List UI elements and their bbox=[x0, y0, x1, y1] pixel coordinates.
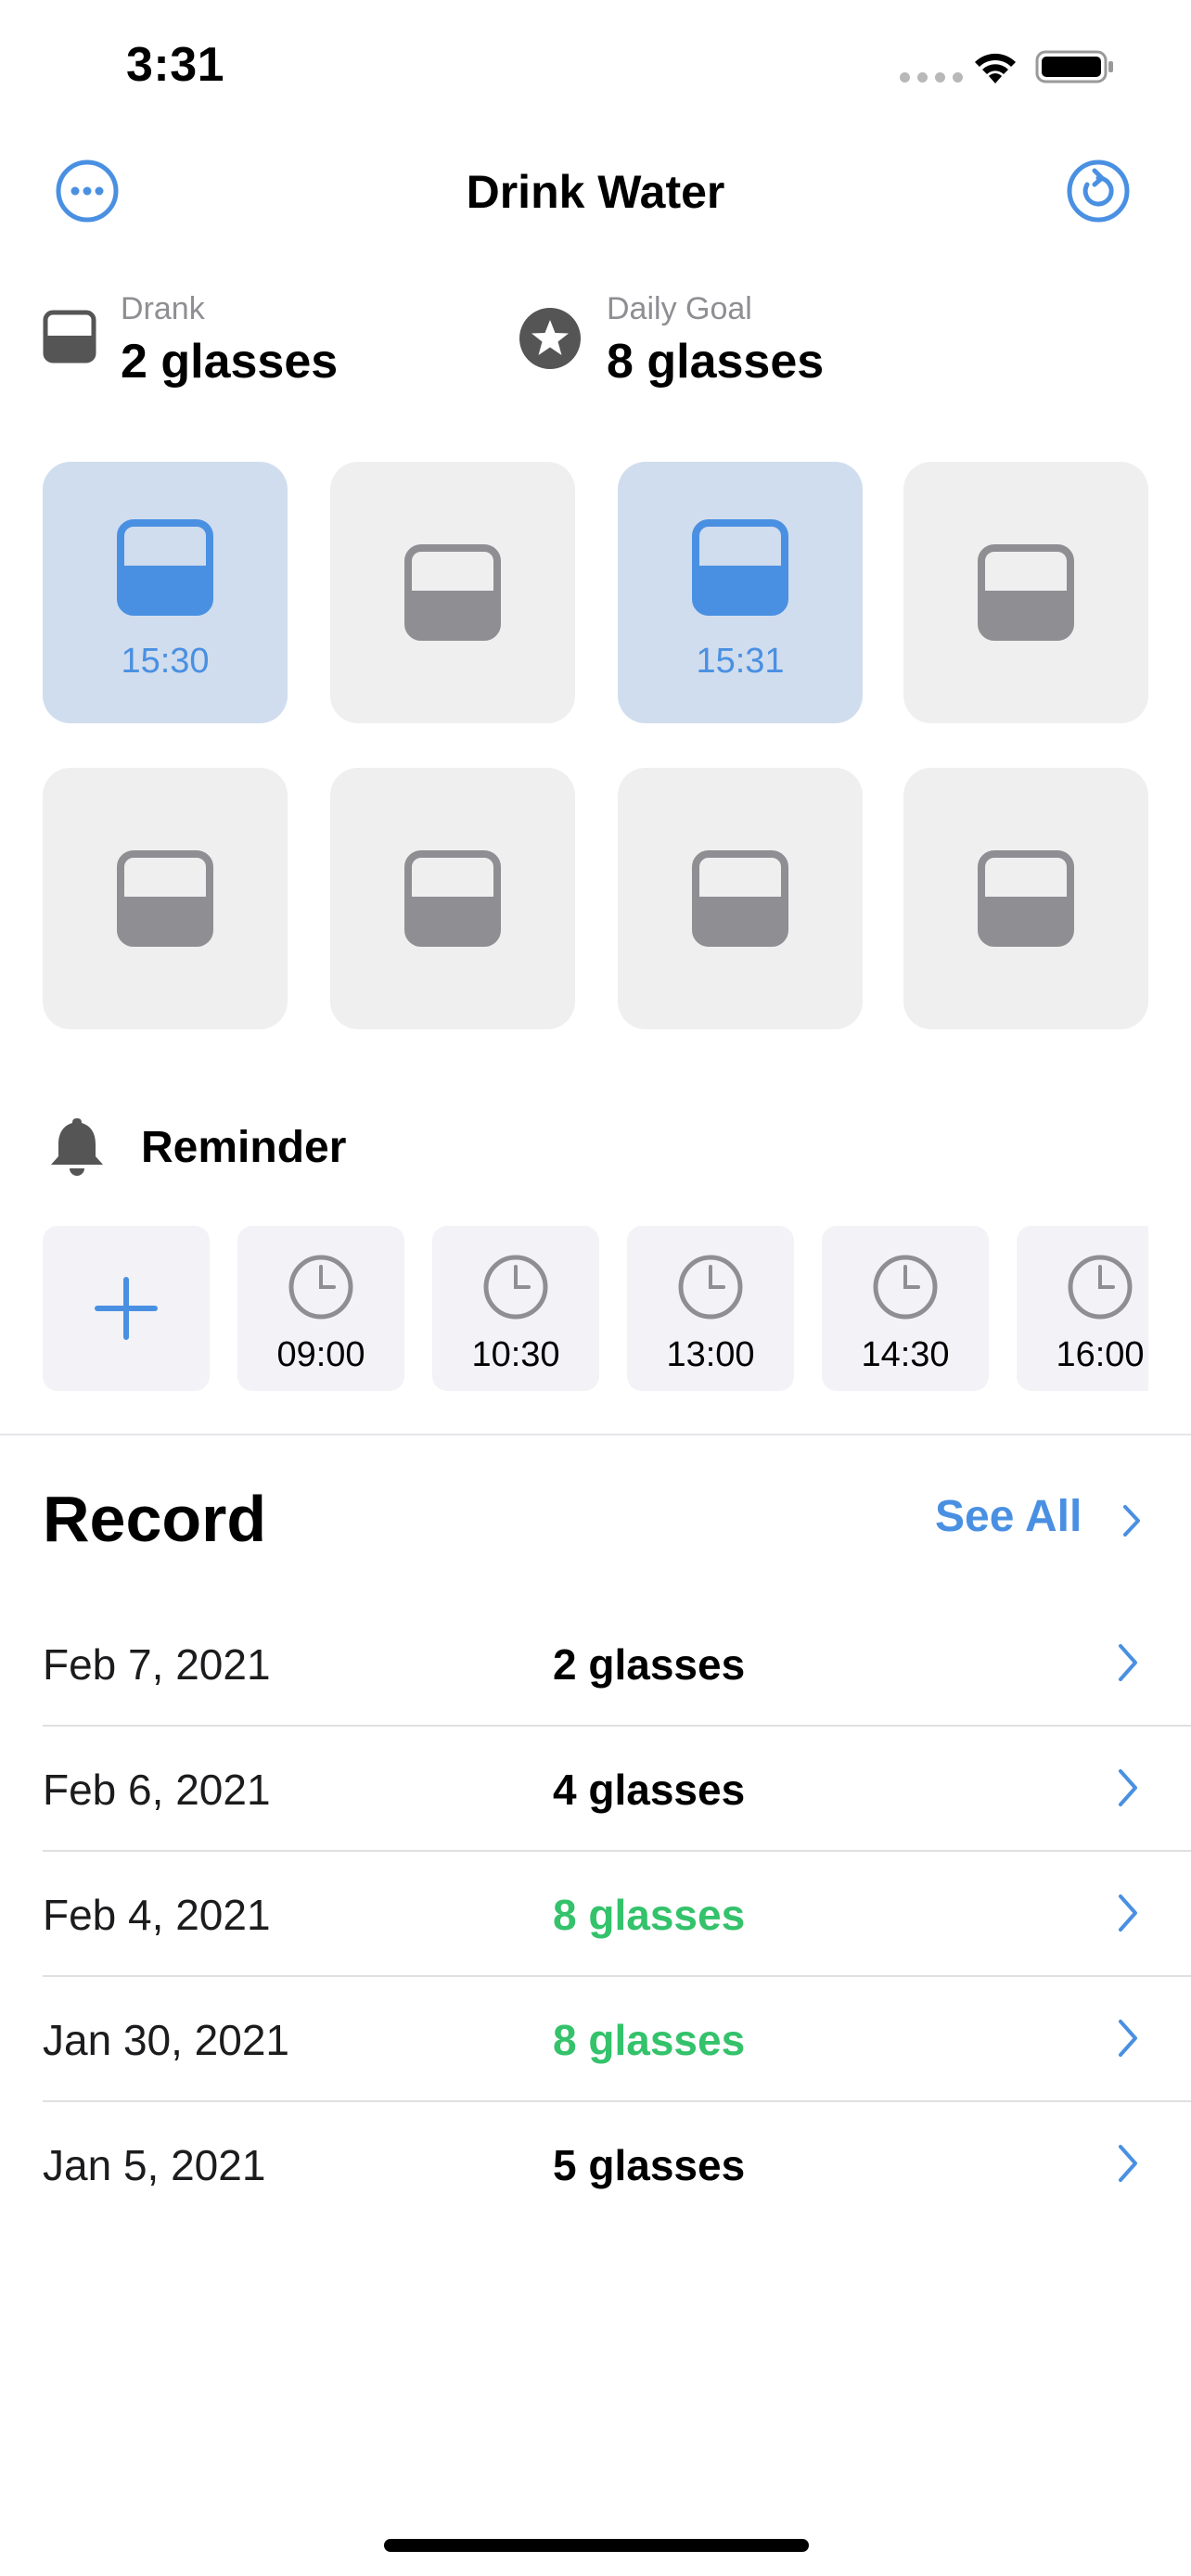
reminder-time-label: 09:00 bbox=[276, 1335, 365, 1374]
reminder-time-label: 10:30 bbox=[471, 1335, 560, 1374]
glass-icon bbox=[117, 850, 213, 947]
glass-icon bbox=[978, 544, 1074, 641]
record-amount: 5 glasses bbox=[553, 2141, 746, 2189]
reminder-time-tile[interactable]: 13:00 bbox=[627, 1226, 794, 1391]
glass-time: 15:31 bbox=[696, 642, 785, 681]
reminder-time-tile[interactable]: 16:00 bbox=[1017, 1226, 1148, 1391]
glass-tile[interactable]: 15:31 bbox=[618, 462, 863, 723]
glass-icon bbox=[404, 544, 501, 641]
clock-icon bbox=[873, 1255, 938, 1320]
chevron-right-icon[interactable] bbox=[1121, 1502, 1143, 1539]
reminder-time-tile[interactable]: 14:30 bbox=[822, 1226, 989, 1391]
record-row[interactable]: Feb 4, 2021 8 glasses bbox=[43, 1853, 1191, 1977]
record-title: Record bbox=[43, 1483, 267, 1555]
chevron-right-icon bbox=[1119, 2145, 1137, 2182]
drank-value: 2 glasses bbox=[121, 335, 339, 389]
glass-icon bbox=[692, 519, 788, 616]
glass-time: 15:30 bbox=[121, 642, 210, 681]
record-amount: 8 glasses bbox=[553, 2016, 746, 2064]
chevron-right-icon bbox=[1119, 1769, 1137, 1806]
clock-icon bbox=[678, 1255, 743, 1320]
row-divider bbox=[43, 1850, 1191, 1852]
clock-icon bbox=[483, 1255, 548, 1320]
record-date: Feb 4, 2021 bbox=[43, 1891, 271, 1939]
status-time: 3:31 bbox=[126, 38, 225, 92]
glass-tile[interactable] bbox=[903, 462, 1148, 723]
daily-goal-label: Daily Goal bbox=[607, 291, 752, 326]
bell-icon bbox=[51, 1118, 103, 1176]
row-divider bbox=[43, 1725, 1191, 1727]
glass-icon bbox=[43, 310, 96, 363]
clock-icon bbox=[288, 1255, 353, 1320]
record-amount: 8 glasses bbox=[553, 1891, 746, 1939]
chevron-right-icon bbox=[1119, 1894, 1137, 1932]
reminder-strip[interactable]: 09:00 10:30 13:00 14:30 16:00 bbox=[43, 1226, 1148, 1391]
reminder-title: Reminder bbox=[141, 1123, 347, 1172]
plus-icon bbox=[95, 1277, 158, 1340]
record-date: Feb 7, 2021 bbox=[43, 1640, 271, 1689]
record-amount: 2 glasses bbox=[553, 1640, 746, 1689]
record-row[interactable]: Jan 5, 2021 5 glasses bbox=[43, 2103, 1191, 2227]
refresh-button[interactable] bbox=[1067, 159, 1130, 223]
glass-tile[interactable] bbox=[903, 768, 1148, 1029]
drank-label: Drank bbox=[121, 291, 205, 326]
record-date: Feb 6, 2021 bbox=[43, 1766, 271, 1814]
record-date: Jan 5, 2021 bbox=[43, 2141, 266, 2189]
glass-icon bbox=[692, 850, 788, 947]
reminder-time-label: 16:00 bbox=[1056, 1335, 1145, 1374]
page-title: Drink Water bbox=[466, 166, 725, 218]
glass-tile[interactable]: 15:30 bbox=[43, 462, 288, 723]
record-row[interactable]: Jan 30, 2021 8 glasses bbox=[43, 1978, 1191, 2102]
reminder-time-tile[interactable]: 09:00 bbox=[237, 1226, 404, 1391]
section-divider bbox=[0, 1434, 1191, 1435]
reminder-time-label: 13:00 bbox=[666, 1335, 755, 1374]
glass-tile[interactable] bbox=[618, 768, 863, 1029]
glass-tile[interactable] bbox=[330, 462, 575, 723]
chevron-right-icon bbox=[1119, 1644, 1137, 1681]
star-icon bbox=[519, 308, 581, 369]
glass-tile[interactable] bbox=[330, 768, 575, 1029]
glass-icon bbox=[117, 519, 213, 616]
wifi-icon bbox=[975, 53, 1016, 83]
battery-icon bbox=[1035, 50, 1113, 83]
glass-icon bbox=[978, 850, 1074, 947]
row-divider bbox=[43, 1975, 1191, 1977]
record-amount: 4 glasses bbox=[553, 1766, 746, 1814]
reminder-time-tile[interactable]: 10:30 bbox=[432, 1226, 599, 1391]
home-indicator bbox=[384, 2539, 809, 2552]
add-reminder-button[interactable] bbox=[43, 1226, 210, 1391]
record-date: Jan 30, 2021 bbox=[43, 2016, 290, 2064]
cellular-signal-icon bbox=[900, 72, 963, 83]
clock-icon bbox=[1068, 1255, 1133, 1320]
see-all-button[interactable]: See All bbox=[935, 1491, 1082, 1542]
daily-goal-value: 8 glasses bbox=[607, 335, 825, 389]
record-row[interactable]: Feb 7, 2021 2 glasses bbox=[43, 1602, 1191, 1727]
row-divider bbox=[43, 2100, 1191, 2102]
chevron-right-icon bbox=[1119, 2020, 1137, 2057]
record-row[interactable]: Feb 6, 2021 4 glasses bbox=[43, 1728, 1191, 1852]
reminder-time-label: 14:30 bbox=[861, 1335, 950, 1374]
glass-tile[interactable] bbox=[43, 768, 288, 1029]
glass-icon bbox=[404, 850, 501, 947]
